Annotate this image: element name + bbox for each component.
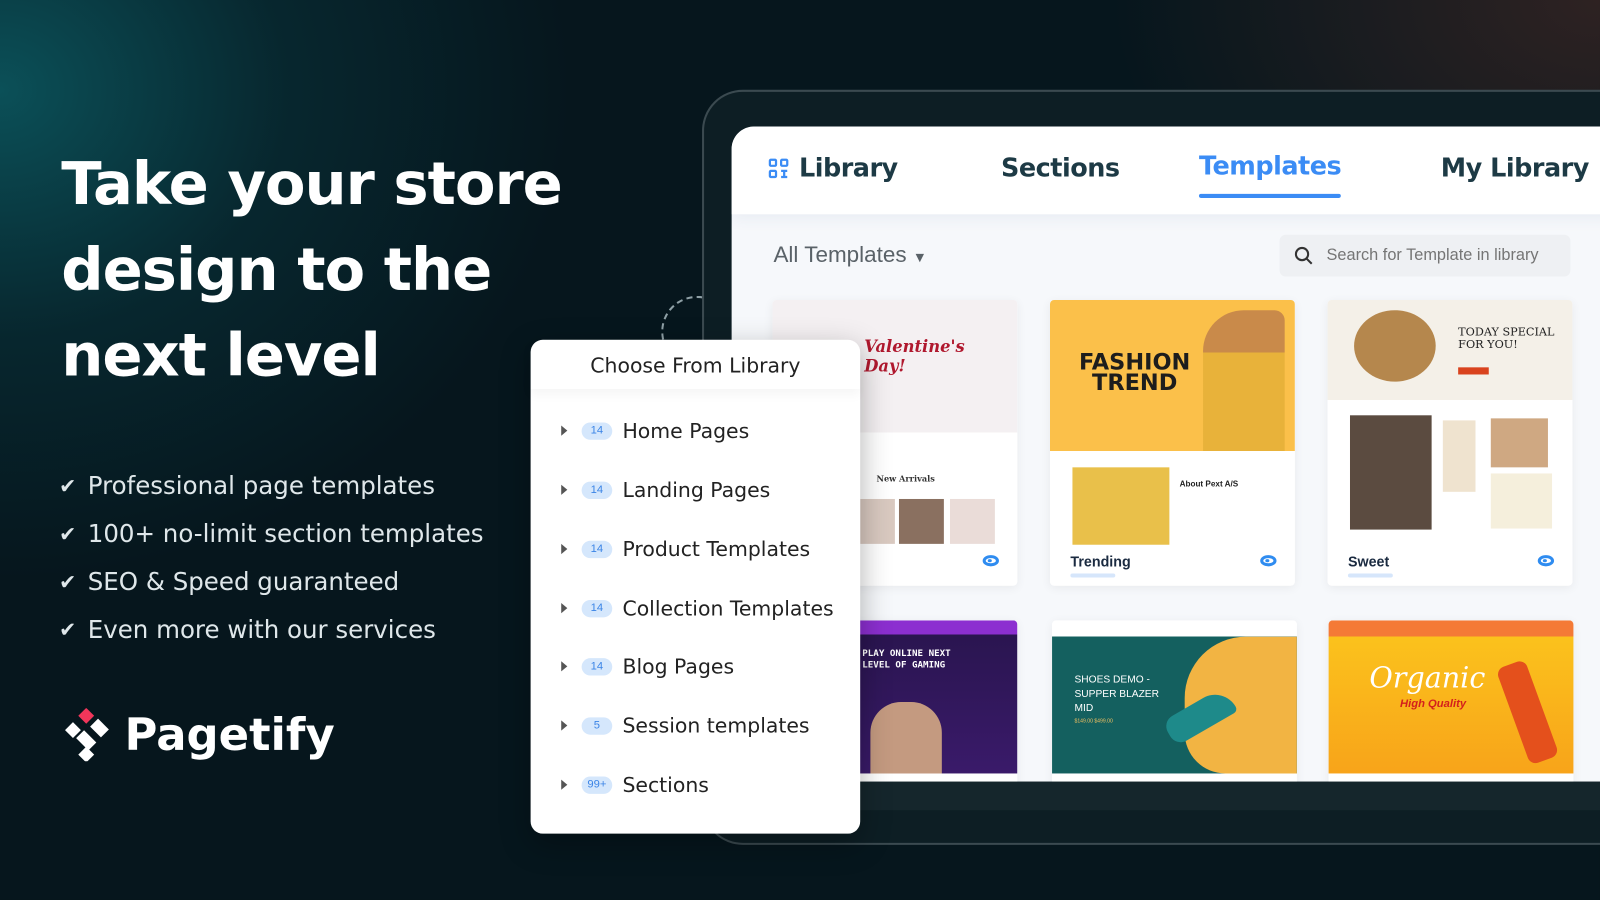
headline-line: next level [61, 320, 381, 390]
feature-text: 100+ no-limit section templates [87, 518, 484, 548]
item-label: Blog Pages [622, 654, 735, 679]
library-item-session-templates[interactable]: 5 Session templates [561, 710, 810, 741]
count-badge: 99+ [581, 776, 613, 794]
feature-item: ✔ Even more with our services [59, 605, 483, 653]
check-icon: ✔ [59, 616, 77, 642]
thumb-title: FASHION TREND [1079, 349, 1191, 396]
count-badge: 14 [581, 421, 613, 440]
thumb-title: Organic [1369, 661, 1486, 695]
feature-text: SEO & Speed guaranteed [87, 566, 400, 596]
library-popup: Choose From Library 14 Home Pages 14 Landi… [530, 339, 861, 834]
caret-right-icon [561, 543, 568, 555]
search-input[interactable] [1326, 246, 1562, 265]
caret-right-icon [561, 484, 568, 495]
count-badge: 14 [581, 481, 613, 499]
item-label: Sections [622, 772, 709, 797]
template-thumbnail: SHOES DEMO - SUPPER BLAZER MID $149.00 $… [1052, 620, 1297, 774]
headline-line: design to the [61, 234, 492, 305]
library-item-sections[interactable]: 99+ Sections [561, 769, 709, 800]
card-label: Trending [1070, 553, 1131, 570]
laptop-bezel-bottom [731, 781, 1600, 811]
grid-icon [768, 158, 789, 178]
tab-templates[interactable]: Templates [1198, 151, 1342, 198]
check-icon: ✔ [59, 520, 77, 546]
search-box[interactable] [1279, 234, 1571, 277]
caret-right-icon [561, 720, 568, 731]
feature-text: Even more with our services [87, 614, 436, 644]
filter-label: All Templates [773, 241, 907, 268]
template-card[interactable]: TODAY SPECIAL FOR YOU! Sweet [1327, 299, 1573, 586]
tab-library[interactable]: Library [768, 153, 898, 183]
thumb-subtitle: High Quality [1399, 697, 1467, 711]
template-card[interactable]: SHOES DEMO - SUPPER BLAZER MID $149.00 $… [1052, 620, 1297, 782]
count-badge: 14 [581, 657, 613, 675]
app-screen: Library Sections Templates My Library Al… [731, 126, 1600, 782]
feature-item: ✔ Professional page templates [59, 461, 483, 509]
brand-name: Pagetify [124, 708, 335, 761]
tab-bar: Library Sections Templates My Library [731, 126, 1600, 215]
card-footer: Trending [1049, 544, 1295, 586]
library-item-home-pages[interactable]: 14 Home Pages [561, 415, 749, 446]
thumb-subtitle: About Pext A/S [1179, 479, 1239, 489]
check-icon: ✔ [59, 568, 77, 594]
feature-text: Professional page templates [87, 470, 435, 500]
caret-right-icon [561, 425, 568, 436]
thumb-price: $149.00 $499.00 [1074, 718, 1113, 725]
item-label: Home Pages [622, 418, 750, 443]
tab-sections[interactable]: Sections [1001, 153, 1120, 183]
tab-label: Library [798, 153, 898, 183]
library-item-product-templates[interactable]: 14 Product Templates [561, 534, 810, 565]
preview-eye-icon[interactable] [982, 555, 999, 567]
caret-right-icon [561, 603, 568, 614]
check-icon: ✔ [59, 472, 77, 498]
item-label: Landing Pages [622, 477, 771, 503]
popup-title: Choose From Library [531, 340, 861, 389]
item-label: Product Templates [622, 536, 811, 562]
banner: Take your store design to the next level… [0, 0, 1600, 900]
count-badge: 14 [581, 540, 613, 558]
item-label: Session templates [622, 713, 810, 738]
card-underline [1070, 573, 1116, 578]
template-thumbnail: TODAY SPECIAL FOR YOU! [1327, 299, 1573, 545]
template-filter-dropdown[interactable]: All Templates ▼ [773, 242, 926, 269]
card-label: Sweet [1347, 553, 1390, 570]
thumb-title: SHOES DEMO - SUPPER BLAZER MID [1074, 674, 1159, 715]
feature-list: ✔ Professional page templates ✔ 100+ no-li… [59, 461, 483, 653]
item-label: Collection Templates [622, 595, 834, 621]
thumb-title: Valentine's Day! [864, 336, 965, 376]
tab-my-library[interactable]: My Library [1441, 153, 1590, 183]
count-badge: 5 [581, 716, 613, 735]
thumb-title: TODAY SPECIAL FOR YOU! [1458, 325, 1555, 352]
headline: Take your store design to the next level [61, 141, 592, 398]
preview-eye-icon[interactable] [1537, 555, 1555, 567]
template-thumbnail: Organic High Quality [1328, 620, 1574, 774]
template-thumbnail: FASHION TREND About Pext A/S [1049, 299, 1295, 545]
feature-item: ✔ 100+ no-limit section templates [59, 509, 483, 557]
headline-line: Take your store [61, 148, 563, 219]
preview-eye-icon[interactable] [1260, 555, 1277, 567]
template-card[interactable]: FASHION TREND About Pext A/S Trending [1049, 299, 1295, 586]
feature-item: ✔ SEO & Speed guaranteed [59, 557, 483, 605]
caret-down-icon: ▼ [912, 248, 927, 266]
brand-logo: Pagetify [61, 708, 335, 762]
library-item-blog-pages[interactable]: 14 Blog Pages [561, 651, 734, 682]
caret-right-icon [561, 779, 568, 790]
library-item-collection-templates[interactable]: 14 Collection Templates [561, 593, 834, 624]
template-card[interactable]: Organic High Quality [1328, 620, 1574, 782]
search-icon [1294, 246, 1313, 264]
card-underline [1347, 573, 1393, 578]
card-footer: Sweet [1327, 544, 1573, 586]
library-item-landing-pages[interactable]: 14 Landing Pages [561, 474, 770, 505]
count-badge: 14 [581, 599, 613, 617]
thumb-title: PLAY ONLINE NEXT LEVEL OF GAMING [862, 648, 951, 671]
thumb-subtitle: New Arrivals [876, 473, 935, 484]
caret-right-icon [561, 661, 568, 672]
pagetify-logo-icon [65, 708, 109, 762]
